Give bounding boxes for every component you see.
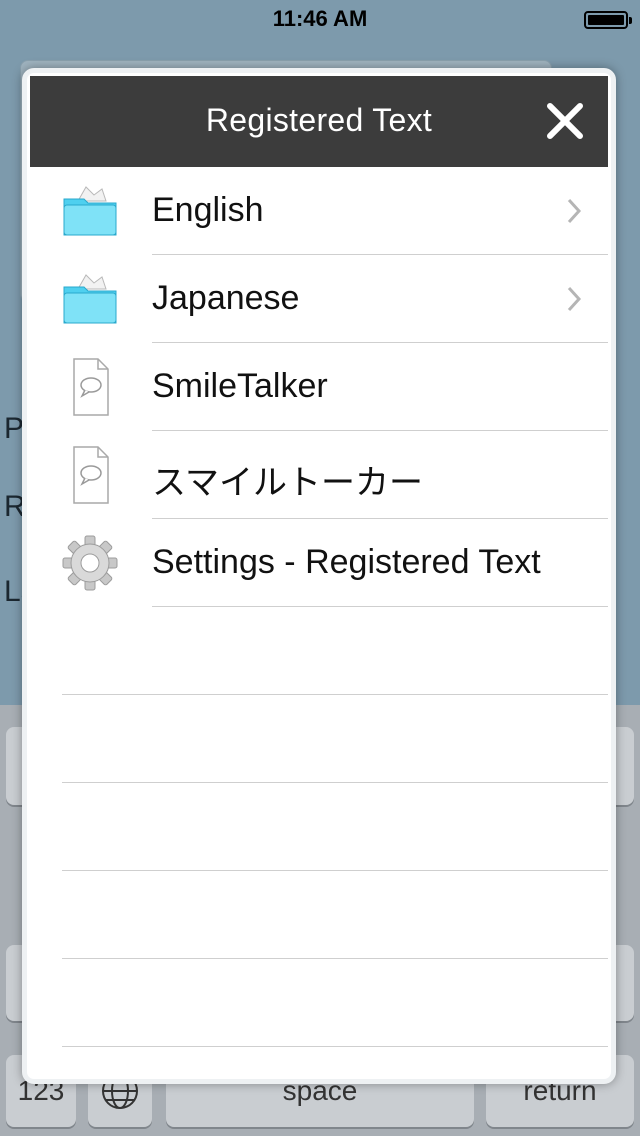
empty-row xyxy=(30,871,608,959)
separator xyxy=(62,1046,608,1047)
list-item-label: English xyxy=(152,191,264,229)
list-item-smiletalker[interactable]: SmileTalker xyxy=(30,343,608,431)
registered-text-list: English Japanese SmileTalker スマイルトーカー Se… xyxy=(30,167,608,1047)
empty-row xyxy=(30,695,608,783)
list-item-english[interactable]: English xyxy=(30,167,608,255)
empty-row xyxy=(30,607,608,695)
gear-icon xyxy=(62,535,118,591)
close-icon xyxy=(547,103,583,139)
list-item-label: スマイルトーカー xyxy=(152,464,423,502)
list-item-settings[interactable]: Settings - Registered Text xyxy=(30,519,608,607)
status-bar: 11:46 AM xyxy=(0,0,640,40)
list-item-label: Settings - Registered Text xyxy=(152,543,541,581)
list-item-label: SmileTalker xyxy=(152,367,328,405)
empty-row xyxy=(30,783,608,871)
document-speech-icon xyxy=(73,358,109,416)
battery-icon xyxy=(584,11,632,29)
folder-icon xyxy=(63,274,117,324)
status-time: 11:46 AM xyxy=(272,6,368,31)
chevron-right-icon xyxy=(567,198,582,224)
modal-title: Registered Text xyxy=(205,102,433,138)
list-item-label: Japanese xyxy=(152,279,300,317)
registered-text-modal: Registered Text English Japanese SmileTa… xyxy=(22,68,616,1084)
list-item-japanese[interactable]: Japanese xyxy=(30,255,608,343)
chevron-right-icon xyxy=(567,286,582,312)
folder-icon xyxy=(63,186,117,236)
empty-row xyxy=(30,959,608,1047)
document-speech-icon xyxy=(73,446,109,504)
modal-header: Registered Text xyxy=(30,76,608,167)
close-button[interactable] xyxy=(540,96,590,146)
list-item-smiletalker-japanese[interactable]: スマイルトーカー xyxy=(30,431,608,519)
